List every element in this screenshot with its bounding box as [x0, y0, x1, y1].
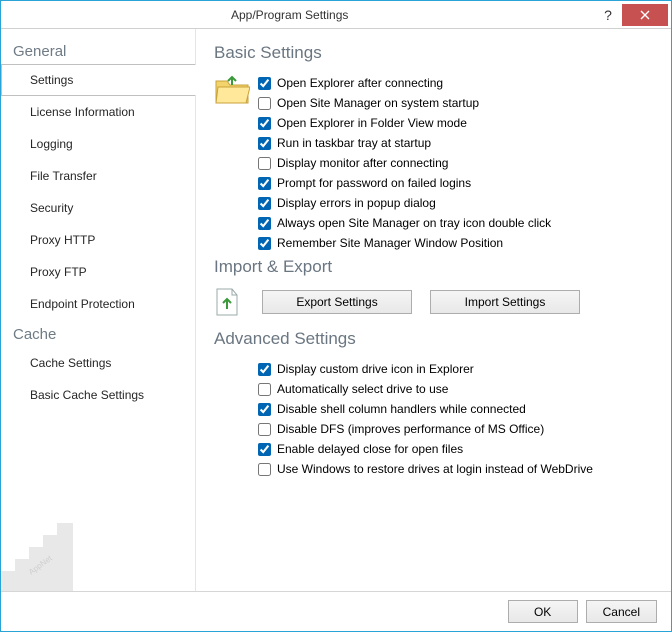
advanced-item: Use Windows to restore drives at login i… — [258, 459, 655, 479]
advanced-checkbox[interactable] — [258, 403, 271, 416]
basic-label: Remember Site Manager Window Position — [277, 236, 503, 250]
advanced-checkbox[interactable] — [258, 383, 271, 396]
basic-item: Open Explorer in Folder View mode — [258, 113, 655, 133]
nav-item-proxy-http[interactable]: Proxy HTTP — [1, 224, 196, 256]
basic-checkbox[interactable] — [258, 137, 271, 150]
nav-item-basic-cache-settings[interactable]: Basic Cache Settings — [1, 379, 196, 411]
sidebar: GeneralSettingsLicense InformationLoggin… — [1, 29, 196, 591]
nav-item-license-information[interactable]: License Information — [1, 96, 196, 128]
advanced-item: Disable DFS (improves performance of MS … — [258, 419, 655, 439]
basic-item: Open Site Manager on system startup — [258, 93, 655, 113]
basic-item: Display errors in popup dialog — [258, 193, 655, 213]
basic-label: Always open Site Manager on tray icon do… — [277, 216, 551, 230]
basic-settings-title: Basic Settings — [214, 43, 655, 63]
basic-label: Display monitor after connecting — [277, 156, 448, 170]
advanced-checklist: Display custom drive icon in Explorer Aut… — [214, 359, 655, 479]
watermark-icon: AppNet — [1, 521, 91, 591]
basic-label: Prompt for password on failed logins — [277, 176, 471, 190]
nav-item-endpoint-protection[interactable]: Endpoint Protection — [1, 288, 196, 320]
help-icon[interactable]: ? — [594, 7, 622, 23]
nav-header: General — [1, 37, 195, 64]
basic-item: Prompt for password on failed logins — [258, 173, 655, 193]
nav-item-proxy-ftp[interactable]: Proxy FTP — [1, 256, 196, 288]
basic-checkbox[interactable] — [258, 197, 271, 210]
ok-button[interactable]: OK — [508, 600, 578, 623]
close-icon — [640, 10, 650, 20]
basic-item: Open Explorer after connecting — [258, 73, 655, 93]
settings-window: App/Program Settings ? GeneralSettingsLi… — [0, 0, 672, 632]
window-title: App/Program Settings — [231, 8, 594, 22]
basic-checkbox[interactable] — [258, 177, 271, 190]
export-settings-button[interactable]: Export Settings — [262, 290, 412, 314]
basic-item: Display monitor after connecting — [258, 153, 655, 173]
advanced-label: Enable delayed close for open files — [277, 442, 463, 456]
basic-checkbox[interactable] — [258, 237, 271, 250]
advanced-label: Disable shell column handlers while conn… — [277, 402, 526, 416]
basic-item: Remember Site Manager Window Position — [258, 233, 655, 253]
basic-checkbox[interactable] — [258, 77, 271, 90]
nav-item-logging[interactable]: Logging — [1, 128, 196, 160]
basic-label: Open Site Manager on system startup — [277, 96, 479, 110]
basic-checkbox[interactable] — [258, 157, 271, 170]
advanced-label: Use Windows to restore drives at login i… — [277, 462, 593, 476]
basic-label: Display errors in popup dialog — [277, 196, 436, 210]
dialog-body: GeneralSettingsLicense InformationLoggin… — [1, 29, 671, 591]
cancel-button[interactable]: Cancel — [586, 600, 657, 623]
basic-checkbox[interactable] — [258, 217, 271, 230]
advanced-item: Enable delayed close for open files — [258, 439, 655, 459]
nav-item-file-transfer[interactable]: File Transfer — [1, 160, 196, 192]
file-icon — [214, 287, 244, 317]
advanced-checkbox[interactable] — [258, 443, 271, 456]
import-export-title: Import & Export — [214, 257, 655, 277]
folder-icon — [214, 73, 258, 105]
advanced-label: Automatically select drive to use — [277, 382, 448, 396]
basic-label: Run in taskbar tray at startup — [277, 136, 431, 150]
basic-checkbox[interactable] — [258, 117, 271, 130]
basic-label: Open Explorer in Folder View mode — [277, 116, 467, 130]
titlebar: App/Program Settings ? — [1, 1, 671, 29]
advanced-checkbox[interactable] — [258, 463, 271, 476]
advanced-checkbox[interactable] — [258, 363, 271, 376]
basic-item: Run in taskbar tray at startup — [258, 133, 655, 153]
advanced-item: Display custom drive icon in Explorer — [258, 359, 655, 379]
close-button[interactable] — [622, 4, 668, 26]
basic-item: Always open Site Manager on tray icon do… — [258, 213, 655, 233]
footer: OK Cancel — [1, 591, 671, 631]
nav-item-settings[interactable]: Settings — [1, 64, 196, 96]
advanced-settings-title: Advanced Settings — [214, 329, 655, 349]
nav-item-cache-settings[interactable]: Cache Settings — [1, 347, 196, 379]
basic-checkbox[interactable] — [258, 97, 271, 110]
nav-header: Cache — [1, 320, 195, 347]
nav-item-security[interactable]: Security — [1, 192, 196, 224]
basic-checklist: Open Explorer after connecting Open Site … — [258, 73, 655, 253]
advanced-item: Automatically select drive to use — [258, 379, 655, 399]
import-settings-button[interactable]: Import Settings — [430, 290, 580, 314]
basic-label: Open Explorer after connecting — [277, 76, 443, 90]
advanced-label: Disable DFS (improves performance of MS … — [277, 422, 544, 436]
advanced-item: Disable shell column handlers while conn… — [258, 399, 655, 419]
advanced-label: Display custom drive icon in Explorer — [277, 362, 474, 376]
advanced-checkbox[interactable] — [258, 423, 271, 436]
content-panel: Basic Settings Open Explorer after conne… — [196, 29, 671, 591]
